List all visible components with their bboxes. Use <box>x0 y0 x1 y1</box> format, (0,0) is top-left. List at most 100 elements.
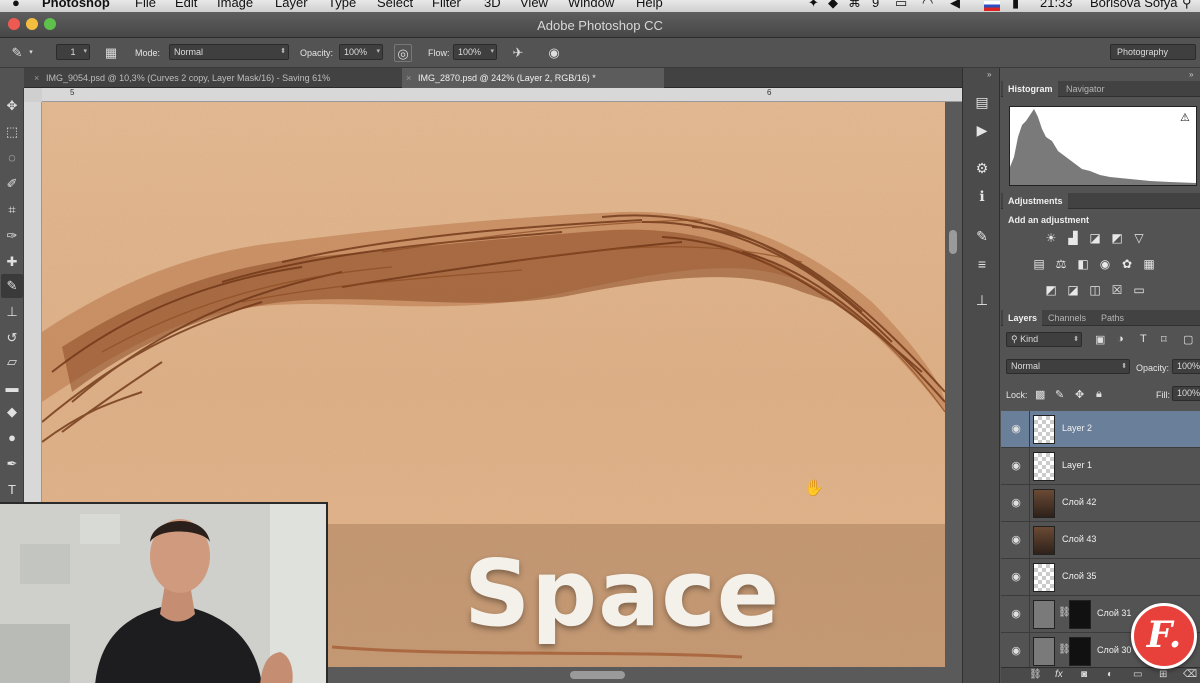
history-brush-tool-icon[interactable]: ↺ <box>1 326 23 350</box>
evernote-icon[interactable]: ◆ <box>828 0 838 9</box>
filter-adjustment-icon[interactable]: ◑ <box>1117 333 1124 345</box>
opacity-field[interactable]: 100% ▾ <box>339 44 383 60</box>
crop-tool-icon[interactable]: ⌗ <box>1 198 23 222</box>
layer-name[interactable]: Слой 30 <box>1097 645 1131 655</box>
link-layers-icon[interactable]: ⛓ <box>1029 669 1042 680</box>
ruler-origin[interactable] <box>24 88 42 102</box>
history-panel-icon[interactable]: ▤ <box>972 92 992 112</box>
menu-filter[interactable]: Filter <box>432 0 461 9</box>
filter-smart-object-icon[interactable]: ▢ <box>1183 333 1193 346</box>
pressure-opacity-icon[interactable]: ◎ <box>394 44 412 62</box>
eye-icon[interactable]: ◉ <box>1009 533 1023 547</box>
tab-adjustments[interactable]: Adjustments <box>1003 193 1068 209</box>
eyedropper-tool-icon[interactable]: ✑ <box>1 224 23 248</box>
eye-icon[interactable]: ◉ <box>1009 422 1023 436</box>
mode-select[interactable]: Normal ⬍ <box>169 44 289 60</box>
horizontal-ruler[interactable]: 5 6 <box>42 88 962 102</box>
vertical-ruler[interactable] <box>24 102 42 502</box>
layer-style-icon[interactable]: fx <box>1055 669 1063 680</box>
lock-paint-icon[interactable]: ✎ <box>1055 388 1064 401</box>
add-mask-icon[interactable]: ◙ <box>1081 669 1087 680</box>
layer-name[interactable]: Слой 35 <box>1062 571 1096 581</box>
tab-histogram[interactable]: Histogram <box>1003 81 1058 97</box>
dropbox-icon[interactable]: ✦ <box>808 0 819 9</box>
tab-navigator[interactable]: Navigator <box>1061 81 1110 97</box>
menu-image[interactable]: Image <box>217 0 253 9</box>
menu-select[interactable]: Select <box>377 0 413 9</box>
filter-pixel-icon[interactable]: ▣ <box>1095 333 1105 346</box>
collapse-icon[interactable]: » <box>1189 70 1193 79</box>
layer-row-sloi-35[interactable]: ◉ Слой 35 <box>1001 559 1200 596</box>
layer-mask-thumbnail[interactable] <box>1069 600 1091 629</box>
lock-position-icon[interactable]: ✥ <box>1075 388 1084 401</box>
battery-icon[interactable]: ▮ <box>1012 0 1019 9</box>
clone-source-icon[interactable]: ⊥ <box>972 290 992 310</box>
fill-field[interactable]: 100% <box>1172 386 1200 401</box>
warning-icon[interactable]: ⚠ <box>1180 111 1190 124</box>
layer-mask-thumbnail[interactable] <box>1069 637 1091 666</box>
notification-count[interactable]: 9 <box>872 0 879 9</box>
type-tool-icon[interactable]: T <box>1 478 23 502</box>
healing-brush-tool-icon[interactable]: ✚ <box>1 250 23 274</box>
hue-saturation-icon[interactable]: ▤ <box>1031 256 1047 272</box>
volume-icon[interactable]: ◀ <box>950 0 960 9</box>
menu-help[interactable]: Help <box>636 0 663 9</box>
blur-tool-icon[interactable]: ◆ <box>1 400 23 424</box>
menu-clock[interactable]: 21:33 <box>1040 0 1073 9</box>
layer-name[interactable]: Слой 31 <box>1097 608 1131 618</box>
trash-icon[interactable]: ⌫ <box>1183 669 1197 680</box>
levels-icon[interactable]: ▟ <box>1065 230 1081 246</box>
scroll-thumb[interactable] <box>570 671 625 679</box>
menu-photoshop[interactable]: Photoshop <box>42 0 110 9</box>
pressure-size-icon[interactable]: ◉ <box>545 44 563 62</box>
color-lookup-icon[interactable]: ▦ <box>1141 256 1157 272</box>
new-group-icon[interactable]: ▭ <box>1133 669 1142 680</box>
gradient-tool-icon[interactable]: ▬ <box>1 376 23 400</box>
layer-row-layer-1[interactable]: ◉ Layer 1 <box>1001 448 1200 485</box>
filter-type-icon[interactable]: T <box>1140 333 1147 345</box>
close-tab-icon[interactable]: × <box>34 68 39 88</box>
properties-panel-icon[interactable]: ⚙ <box>972 158 992 178</box>
brush-tool-icon[interactable]: ✎ <box>8 44 26 62</box>
spotlight-icon[interactable]: ⚲ <box>1182 0 1192 9</box>
tool-preset-chevron-icon[interactable]: ▾ <box>26 44 36 62</box>
tab-paths[interactable]: Paths <box>1096 310 1129 326</box>
eye-icon[interactable]: ◉ <box>1009 570 1023 584</box>
menu-window[interactable]: Window <box>568 0 614 9</box>
layer-name[interactable]: Layer 1 <box>1062 460 1092 470</box>
vibrance-icon[interactable]: ▽ <box>1131 230 1147 246</box>
actions-panel-icon[interactable]: ▶ <box>972 120 992 140</box>
menu-edit[interactable]: Edit <box>175 0 197 9</box>
wifi-icon[interactable]: ◠ <box>922 0 933 9</box>
eraser-tool-icon[interactable]: ▱ <box>1 350 23 374</box>
layer-opacity-field[interactable]: 100% <box>1172 359 1200 374</box>
flow-field[interactable]: 100% ▾ <box>453 44 497 60</box>
menu-type[interactable]: Type <box>328 0 356 9</box>
black-white-icon[interactable]: ◧ <box>1075 256 1091 272</box>
brush-panel-icon[interactable]: ≡ <box>972 254 992 274</box>
layer-kind-filter[interactable]: ⚲ Kind ⬍ <box>1006 332 1082 347</box>
script-icon[interactable]: ⌘ <box>848 0 861 9</box>
menu-file[interactable]: File <box>135 0 156 9</box>
curves-icon[interactable]: ◪ <box>1087 230 1103 246</box>
lasso-tool-icon[interactable]: ◌ <box>1 146 23 170</box>
marquee-tool-icon[interactable]: ⬚ <box>1 120 23 144</box>
photo-filter-icon[interactable]: ◉ <box>1097 256 1113 272</box>
info-panel-icon[interactable]: ℹ <box>972 186 992 206</box>
posterize-icon[interactable]: ◪ <box>1065 282 1081 298</box>
scroll-thumb[interactable] <box>949 230 957 254</box>
threshold-icon[interactable]: ◫ <box>1087 282 1103 298</box>
eye-icon[interactable]: ◉ <box>1009 607 1023 621</box>
menu-user[interactable]: Borisova Sofya <box>1090 0 1177 9</box>
invert-icon[interactable]: ◩ <box>1043 282 1059 298</box>
eye-icon[interactable]: ◉ <box>1009 496 1023 510</box>
brightness-icon[interactable]: ☀ <box>1043 230 1059 246</box>
tab-layers[interactable]: Layers <box>1003 310 1043 326</box>
layer-name[interactable]: Слой 42 <box>1062 497 1096 507</box>
menu-layer[interactable]: Layer <box>275 0 308 9</box>
brush-presets-icon[interactable]: ✎ <box>972 226 992 246</box>
close-tab-icon[interactable]: × <box>406 68 411 88</box>
layer-row-sloi-42[interactable]: ◉ Слой 42 <box>1001 485 1200 522</box>
clone-stamp-tool-icon[interactable]: ⊥ <box>1 300 23 324</box>
layer-name[interactable]: Layer 2 <box>1062 423 1092 433</box>
